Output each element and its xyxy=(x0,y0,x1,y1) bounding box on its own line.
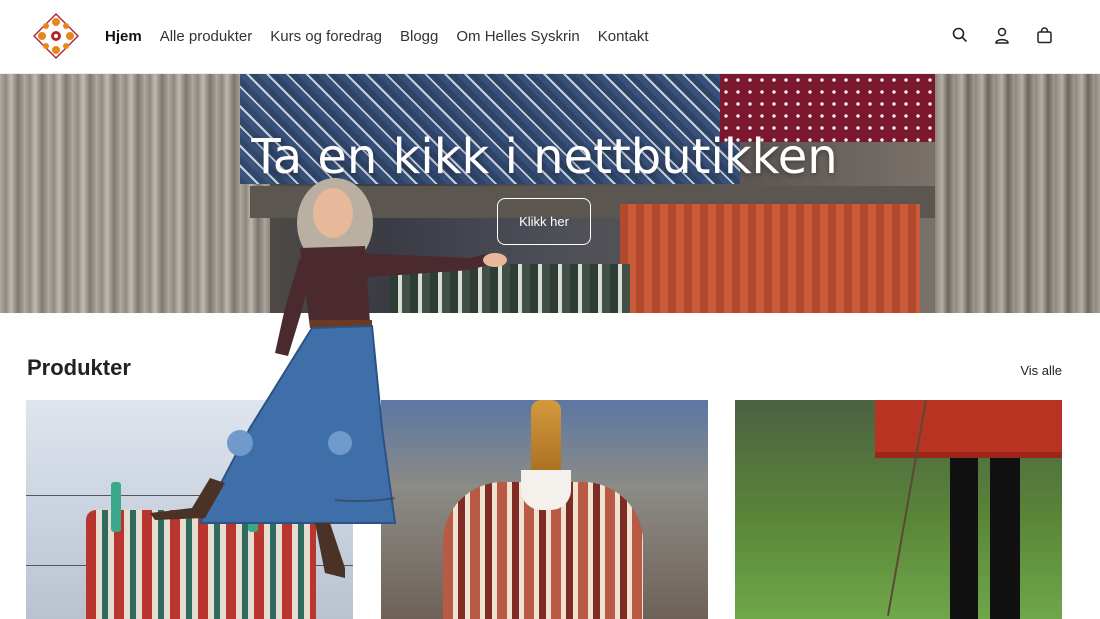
nav-item-alle-produkter[interactable]: Alle produkter xyxy=(160,28,253,45)
clothesline xyxy=(26,495,353,496)
nav-item-hjem[interactable]: Hjem xyxy=(105,28,142,45)
hero-banner: Ta en kikk i nettbutikken Klikk her xyxy=(0,74,1100,313)
nav-item-kontakt[interactable]: Kontakt xyxy=(598,28,649,45)
products-heading: Produkter xyxy=(27,355,131,380)
hero-cta-button[interactable]: Klikk her xyxy=(497,198,591,245)
cart-icon[interactable] xyxy=(1033,24,1055,46)
main-nav: Hjem Alle produkter Kurs og foredrag Blo… xyxy=(105,0,649,72)
search-icon[interactable] xyxy=(949,24,971,46)
hero-knitwear-green xyxy=(390,264,630,313)
clothespin xyxy=(248,482,258,532)
logo-icon[interactable] xyxy=(30,10,82,62)
product-card[interactable] xyxy=(26,400,353,619)
product-card[interactable] xyxy=(735,400,1062,619)
view-all-link[interactable]: Vis alle xyxy=(1020,363,1062,378)
nav-item-blogg[interactable]: Blogg xyxy=(400,28,438,45)
nav-item-om-helles-syskrin[interactable]: Om Helles Syskrin xyxy=(456,28,579,45)
site-header: Hjem Alle produkter Kurs og foredrag Blo… xyxy=(0,0,1100,74)
shirt-collar xyxy=(521,470,571,510)
hero-title: Ta en kikk i nettbutikken xyxy=(251,129,838,185)
hero-knitwear-orange xyxy=(620,204,920,313)
hero-background-wood xyxy=(0,74,270,313)
legs xyxy=(950,458,1020,619)
product-card[interactable] xyxy=(381,400,708,619)
mannequin-neck xyxy=(531,400,561,475)
account-icon[interactable] xyxy=(991,24,1013,46)
product-image-red-skirt xyxy=(875,400,1062,458)
header-icons xyxy=(949,24,1055,46)
clothespin xyxy=(111,482,121,532)
hero-background-wood-right xyxy=(935,74,1100,313)
nav-item-kurs-og-foredrag[interactable]: Kurs og foredrag xyxy=(270,28,382,45)
